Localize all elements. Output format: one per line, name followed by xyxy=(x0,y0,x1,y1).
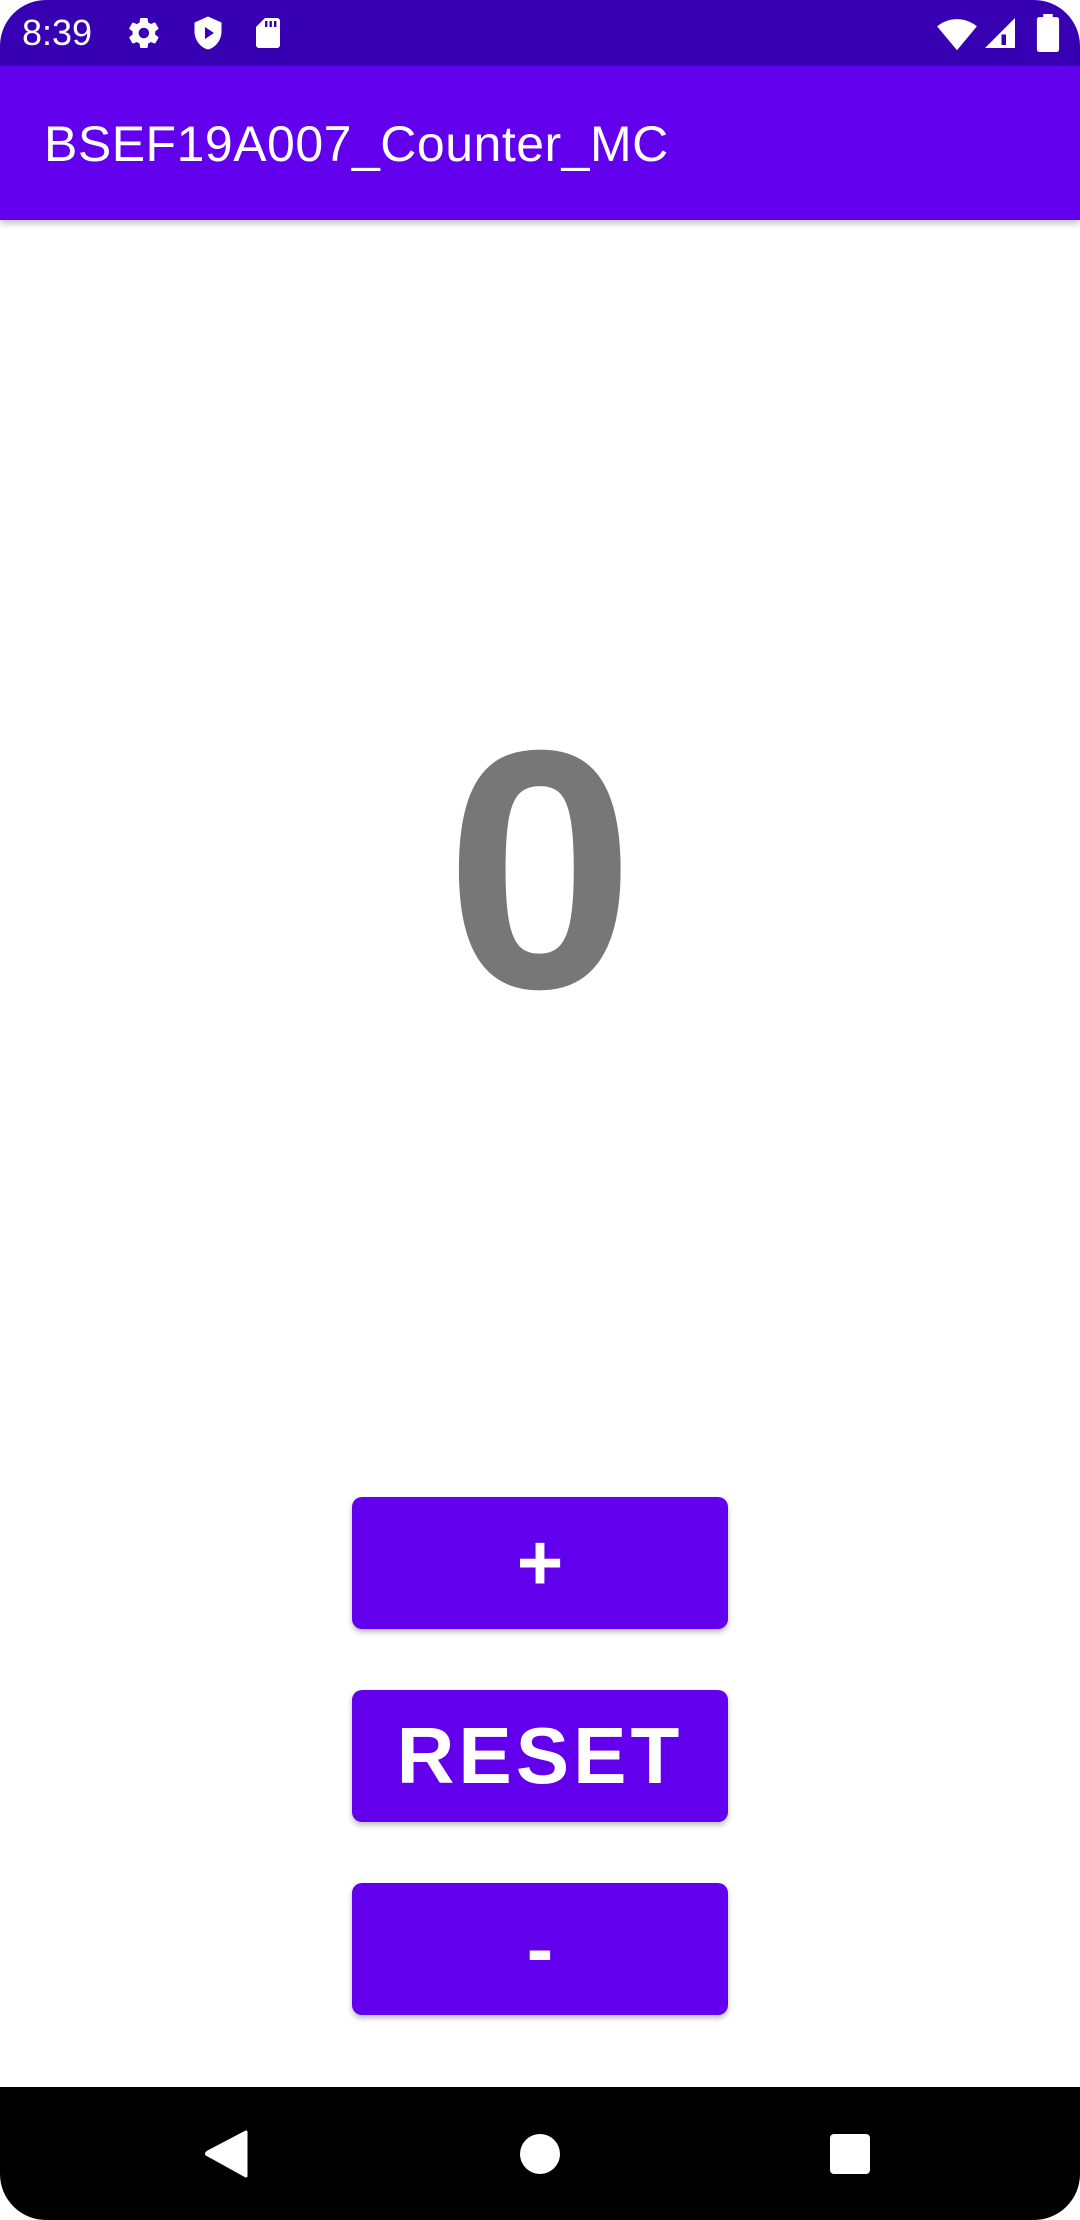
decrement-button[interactable]: - xyxy=(352,1883,728,2015)
increment-button[interactable]: + xyxy=(352,1497,728,1629)
settings-icon xyxy=(126,14,162,52)
phone-screen: 8:39 BSEF19A007_Counter_MC 0 + RESET - xyxy=(0,0,1080,2220)
app-title: BSEF19A007_Counter_MC xyxy=(44,116,669,172)
app-bar: BSEF19A007_Counter_MC xyxy=(0,66,1080,220)
reset-button[interactable]: RESET xyxy=(352,1690,728,1822)
status-time: 8:39 xyxy=(22,12,93,53)
wifi-icon xyxy=(936,14,978,52)
status-bar: 8:39 xyxy=(0,0,1080,66)
battery-icon xyxy=(1036,14,1060,53)
home-icon[interactable] xyxy=(495,2111,585,2197)
navigation-bar xyxy=(0,2087,1080,2220)
back-icon[interactable] xyxy=(181,2111,271,2197)
counter-value: 0 xyxy=(445,680,635,1060)
signal-icon xyxy=(982,14,1018,52)
recents-icon[interactable] xyxy=(805,2111,895,2197)
play-protect-icon xyxy=(190,14,226,52)
sd-card-icon xyxy=(250,14,286,52)
